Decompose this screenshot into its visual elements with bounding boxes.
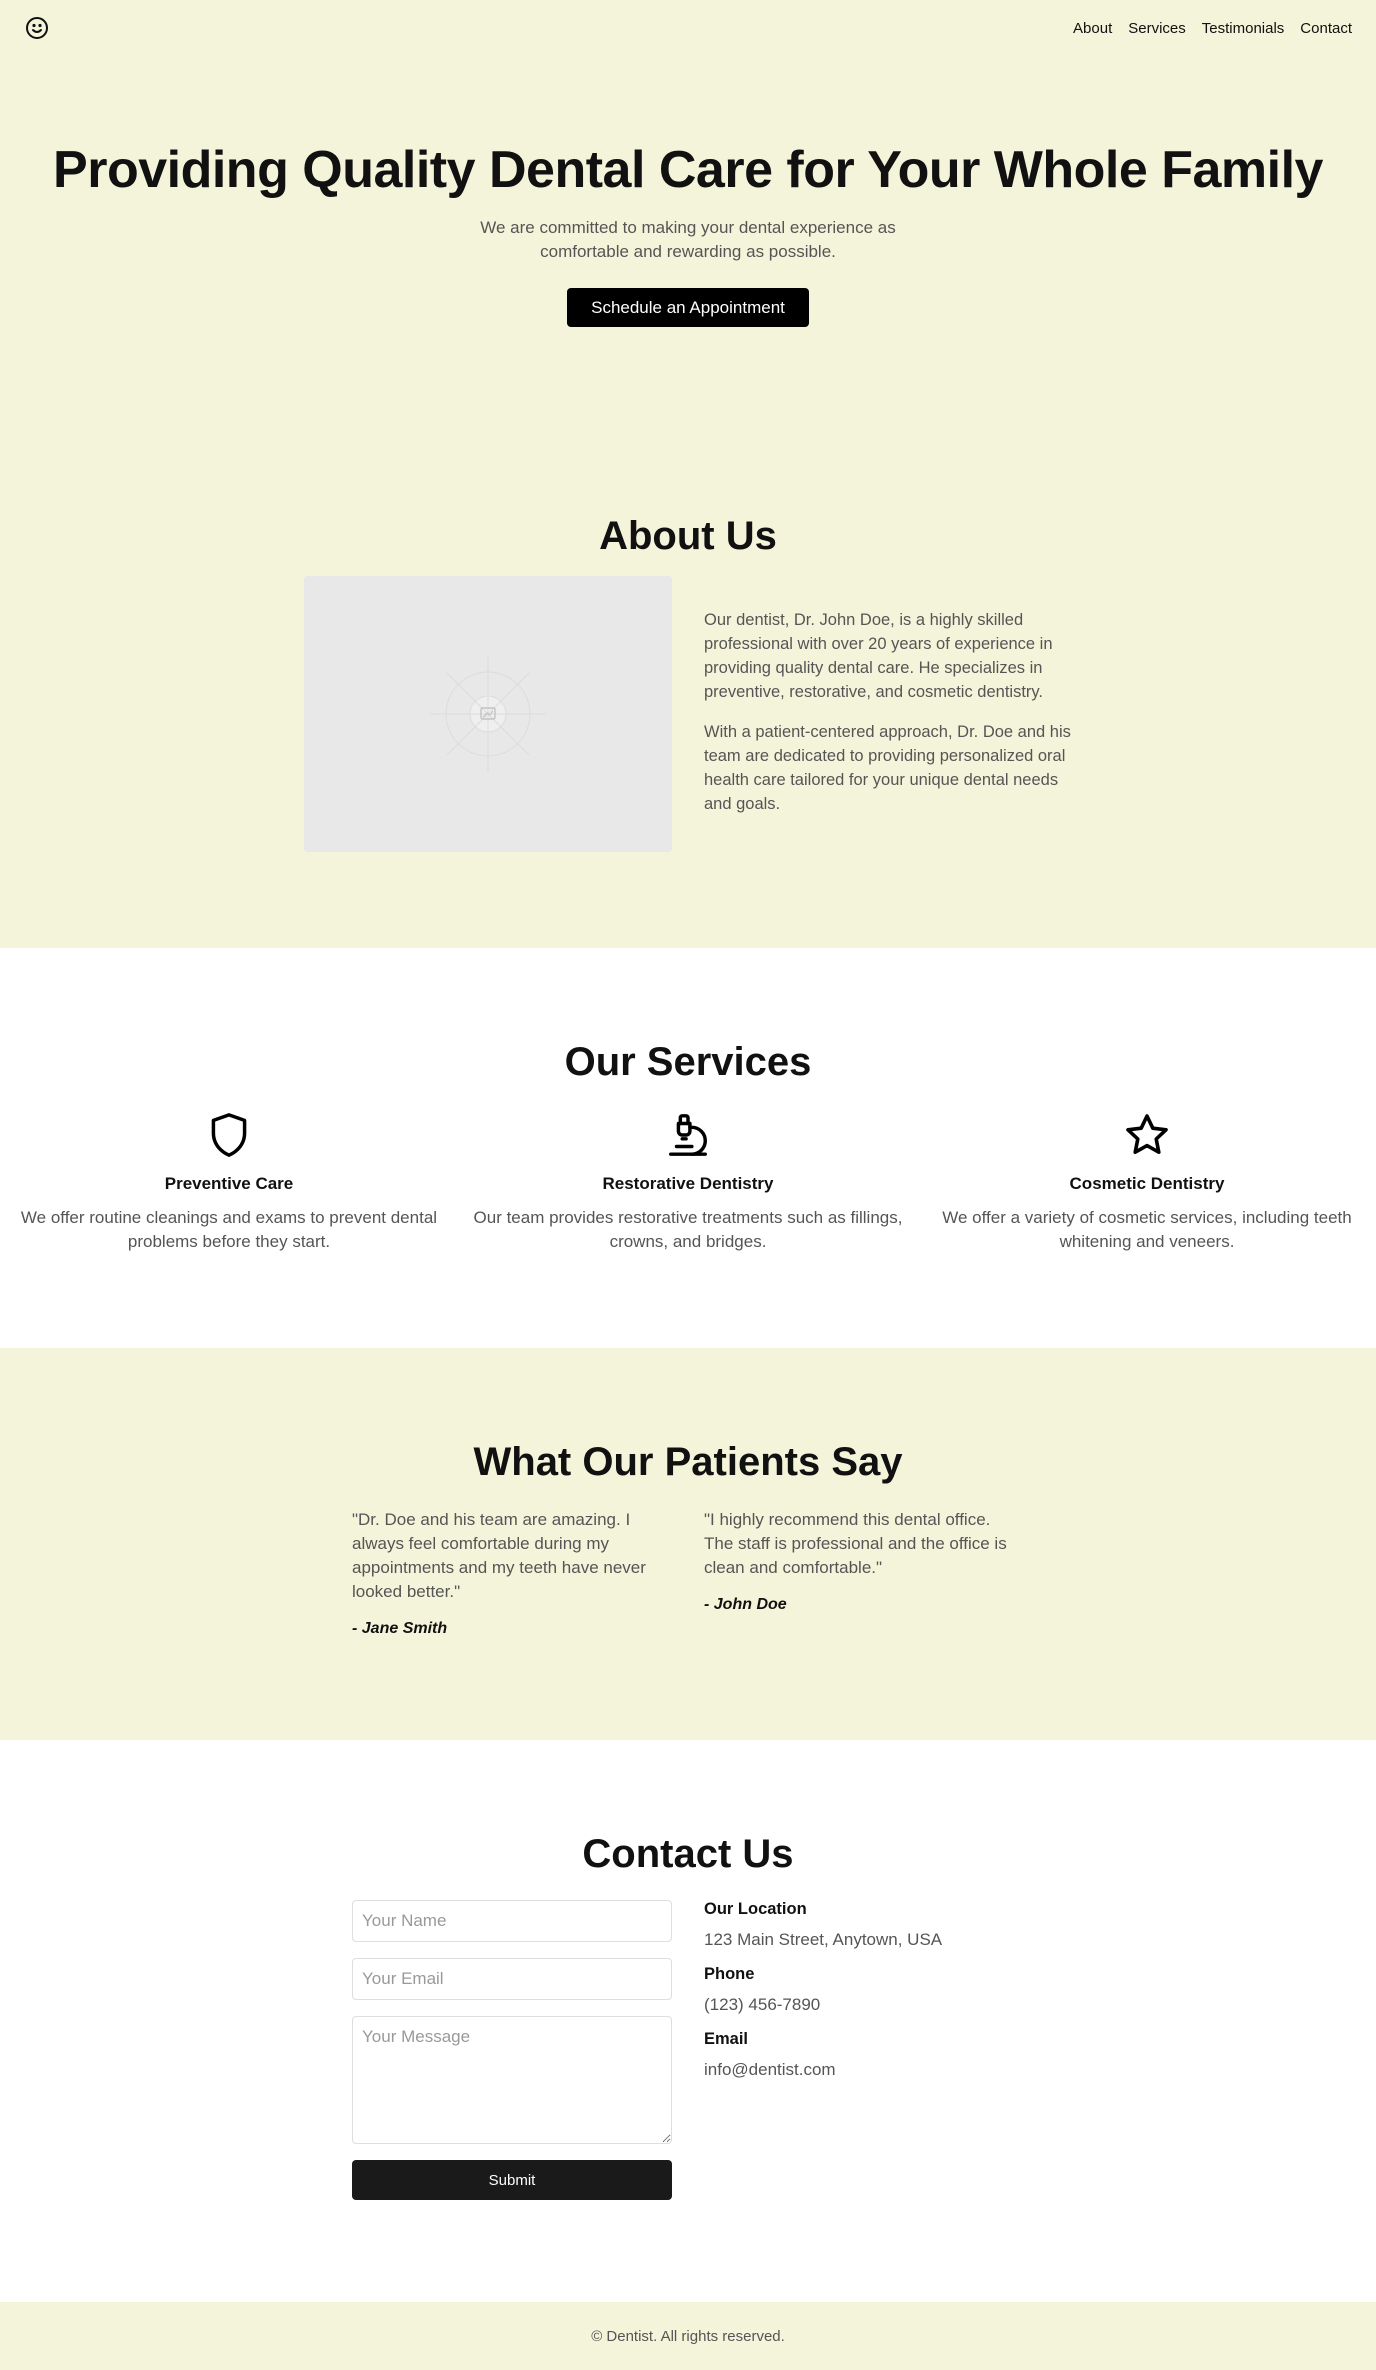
- services-section: Our Services Preventive Care We offer ro…: [0, 948, 1376, 1348]
- nav-link-contact[interactable]: Contact: [1300, 20, 1352, 37]
- nav-link-services[interactable]: Services: [1128, 20, 1186, 37]
- service-title: Preventive Care: [164, 1174, 294, 1193]
- phone-label: Phone: [704, 1965, 755, 1983]
- hero-section: Providing Quality Dental Care for Your W…: [0, 0, 1376, 440]
- testimonials-title: What Our Patients Say: [473, 1440, 903, 1484]
- testimonial-card: "I highly recommend this dental office. …: [704, 1508, 1024, 1614]
- email-label: Email: [704, 2030, 749, 2048]
- phone-value: (123) 456-7890: [704, 1995, 821, 2014]
- contact-form: Submit: [352, 1900, 672, 2200]
- microscope-icon: [468, 1108, 908, 1162]
- about-image: [304, 576, 672, 852]
- contact-section: Contact Us Submit Our Location 123 Main …: [0, 1740, 1376, 2302]
- email-value: info@dentist.com: [704, 2060, 836, 2079]
- site-footer: © Dentist. All rights reserved.: [0, 2302, 1376, 2370]
- service-description: Our team provides restorative treatments…: [473, 1208, 903, 1251]
- main-nav: About Services Testimonials Contact: [1073, 20, 1352, 37]
- site-header: About Services Testimonials Contact: [0, 0, 1376, 56]
- testimonial-quote: "Dr. Doe and his team are amazing. I alw…: [352, 1510, 646, 1601]
- testimonial-card: "Dr. Doe and his team are amazing. I alw…: [352, 1508, 672, 1638]
- testimonial-author: - Jane Smith: [352, 1620, 448, 1637]
- schedule-appointment-button[interactable]: Schedule an Appointment: [567, 288, 809, 327]
- about-section: About Us Our dentist, Dr. John Doe, is a…: [0, 440, 1376, 948]
- star-icon: [927, 1108, 1367, 1162]
- about-text: Our dentist, Dr. John Doe, is a highly s…: [704, 608, 1084, 832]
- location-value: 123 Main Street, Anytown, USA: [704, 1930, 943, 1949]
- message-textarea[interactable]: [352, 2016, 672, 2144]
- testimonials-section: What Our Patients Say "Dr. Doe and his t…: [0, 1348, 1376, 1740]
- service-title: Cosmetic Dentistry: [1069, 1174, 1225, 1193]
- service-description: We offer a variety of cosmetic services,…: [942, 1208, 1352, 1251]
- about-paragraph: Our dentist, Dr. John Doe, is a highly s…: [704, 611, 1053, 701]
- footer-copyright: © Dentist. All rights reserved.: [591, 2327, 785, 2345]
- hero-title: Providing Quality Dental Care for Your W…: [53, 141, 1323, 199]
- about-title: About Us: [599, 514, 777, 558]
- service-card-restorative: Restorative Dentistry Our team provides …: [468, 1108, 908, 1254]
- name-input[interactable]: [352, 1900, 672, 1942]
- service-card-cosmetic: Cosmetic Dentistry We offer a variety of…: [927, 1108, 1367, 1254]
- shield-icon: [9, 1108, 449, 1162]
- nav-link-about[interactable]: About: [1073, 20, 1112, 37]
- service-description: We offer routine cleanings and exams to …: [20, 1208, 438, 1251]
- testimonial-quote: "I highly recommend this dental office. …: [704, 1510, 1007, 1577]
- image-placeholder-icon: [304, 576, 672, 852]
- contact-info: Our Location 123 Main Street, Anytown, U…: [704, 1900, 1024, 2081]
- smiley-face-icon[interactable]: [24, 15, 50, 41]
- contact-title: Contact Us: [582, 1832, 794, 1876]
- location-label: Our Location: [704, 1900, 807, 1918]
- testimonial-author: - John Doe: [704, 1596, 787, 1613]
- hero-subtitle: We are committed to making your dental e…: [480, 218, 896, 261]
- service-card-preventive: Preventive Care We offer routine cleanin…: [9, 1108, 449, 1254]
- nav-link-testimonials[interactable]: Testimonials: [1202, 20, 1285, 37]
- submit-button[interactable]: Submit: [352, 2160, 672, 2200]
- email-input[interactable]: [352, 1958, 672, 2000]
- about-paragraph: With a patient-centered approach, Dr. Do…: [704, 723, 1071, 813]
- service-title: Restorative Dentistry: [602, 1174, 774, 1193]
- services-title: Our Services: [564, 1040, 812, 1084]
